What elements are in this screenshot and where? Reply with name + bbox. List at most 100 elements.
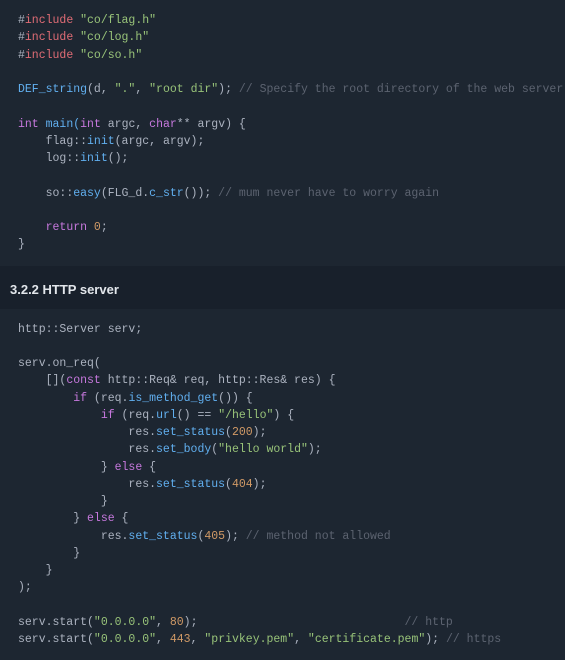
else-kw: else [87,512,115,525]
namespace: so:: [46,187,74,200]
code-text: ; [101,221,108,234]
code-text: res. [18,530,128,543]
number: 404 [232,478,253,491]
number: 200 [232,426,253,439]
code-text [197,616,397,629]
number: 0 [87,221,101,234]
code-line: serv.on_req( [18,357,101,370]
code-text: serv.start( [18,633,94,646]
type-kw: char [149,118,177,131]
code-text: ); [184,616,198,629]
code-text: , [156,616,170,629]
code-text: ** argv) { [177,118,246,131]
code-text: (d, [87,83,115,96]
section-heading: 3.2.2 HTTP server [0,266,565,309]
code-line: } [18,564,53,577]
code-text: { [115,512,129,525]
string-literal: "hello world" [218,443,308,456]
code-block-2: http::Server serv; serv.on_req( [](const… [0,309,565,660]
fn-name: set_status [156,478,225,491]
string-literal: "root dir" [149,83,218,96]
include-path: "co/so.h" [80,49,142,62]
code-block-1: #include "co/flag.h" #include "co/log.h"… [0,0,565,266]
code-text: } [18,512,87,525]
code-text: ()) { [218,392,253,405]
number: 443 [170,633,191,646]
fn-name: set_status [156,426,225,439]
const-kw: const [66,374,101,387]
code-line: } [18,495,108,508]
fn-name: init [80,152,108,165]
fn-name: init [87,135,115,148]
fn-name: easy [73,187,101,200]
code-line: ); [18,581,32,594]
code-text: ()); [184,187,212,200]
fn-name: main( [39,118,80,131]
code-text: } [18,238,25,251]
code-text: res. [18,478,156,491]
type-kw: int [80,118,101,131]
macro-name: DEF_string [18,83,87,96]
namespace: flag:: [46,135,87,148]
include-kw: include [25,14,73,27]
fn-name: set_body [156,443,211,456]
code-text [18,392,73,405]
number: 405 [204,530,225,543]
comment: // mum never have to worry again [211,187,439,200]
if-kw: if [73,392,87,405]
fn-name: is_method_get [128,392,218,405]
code-text: ); [253,478,267,491]
code-text: , [156,633,170,646]
comment: // method not allowed [239,530,391,543]
fn-name: c_str [149,187,184,200]
code-text: res. [18,443,156,456]
code-text: ) { [273,409,294,422]
code-text: } [18,461,115,474]
string-literal: "privkey.pem" [204,633,294,646]
code-text: []( [18,374,66,387]
code-text: , [191,633,205,646]
string-literal: "0.0.0.0" [94,633,156,646]
include-path: "co/flag.h" [80,14,156,27]
fn-name: url [156,409,177,422]
comment: // https [439,633,501,646]
code-text: ); [253,426,267,439]
string-literal: "certificate.pem" [308,633,425,646]
else-kw: else [115,461,143,474]
code-text: (req. [87,392,128,405]
comment: // Specify the root directory of the web… [232,83,563,96]
code-text: ); [308,443,322,456]
code-text: serv.start( [18,616,94,629]
code-text: (req. [115,409,156,422]
code-text: { [142,461,156,474]
code-text: res. [18,426,156,439]
code-line: } [18,547,80,560]
string-literal: "/hello" [218,409,273,422]
type-kw: int [18,118,39,131]
string-literal: "." [115,83,136,96]
code-text: () == [177,409,218,422]
code-text: ( [225,478,232,491]
code-text: argc, [101,118,149,131]
fn-name: set_status [128,530,197,543]
code-text: ); [225,530,239,543]
code-text: , [135,83,149,96]
number: 80 [170,616,184,629]
code-text: ); [218,83,232,96]
return-kw: return [46,221,87,234]
code-text [18,409,101,422]
code-text: (argc, argv); [115,135,205,148]
code-text: , [294,633,308,646]
if-kw: if [101,409,115,422]
include-kw: include [25,49,73,62]
namespace: log:: [46,152,81,165]
code-text: (FLG_d. [101,187,149,200]
code-line: http::Server serv; [18,323,142,336]
code-text: (); [108,152,129,165]
comment: // http [398,616,453,629]
code-text: ); [425,633,439,646]
include-kw: include [25,31,73,44]
include-path: "co/log.h" [80,31,149,44]
code-text: ( [225,426,232,439]
code-text: ( [197,530,204,543]
